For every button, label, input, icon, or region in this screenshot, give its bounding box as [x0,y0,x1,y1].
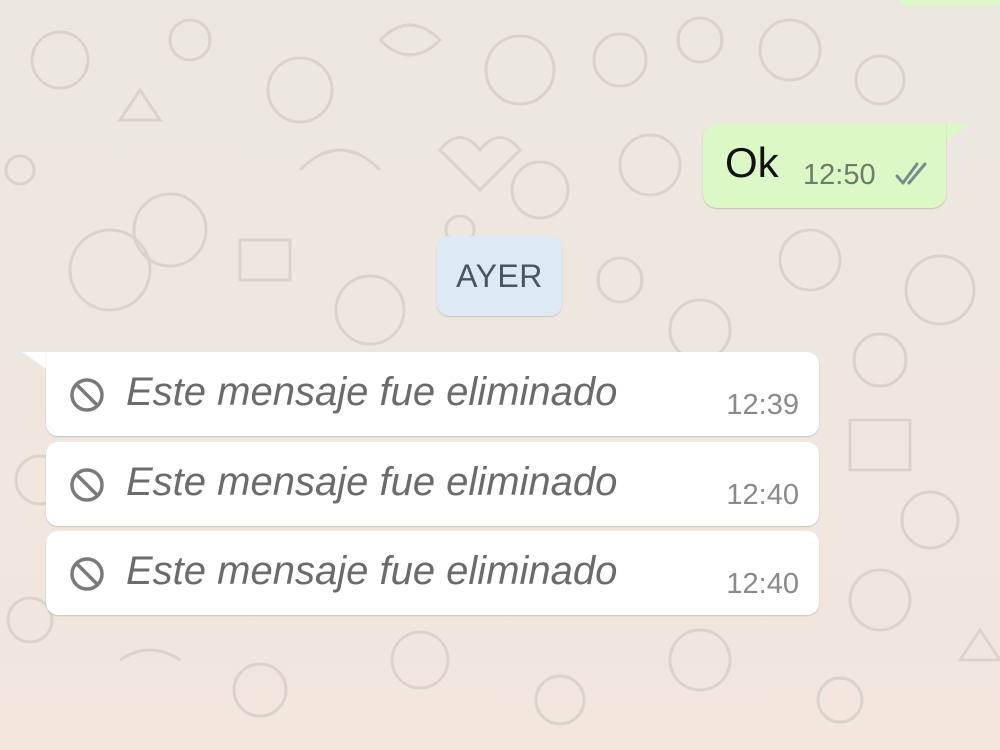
ban-icon [70,468,104,502]
deleted-message-text: Este mensaje fue eliminado [126,370,618,414]
deleted-message-bubble[interactable]: Este mensaje fue eliminado 12:40 [46,531,819,615]
message-text: Ok [725,139,779,186]
message-time: 12:40 [726,568,799,600]
date-divider: AYER [437,236,562,316]
ban-icon [70,378,104,412]
incoming-bubble-tail [22,352,48,370]
double-check-icon [895,162,927,185]
previous-outgoing-bubble-edge [900,0,1000,6]
message-time: 12:50 [803,159,876,191]
ban-icon [70,557,104,591]
deleted-message-bubble[interactable]: Este mensaje fue eliminado 12:39 [46,352,819,436]
outgoing-bubble-tail [944,124,970,142]
deleted-message-text: Este mensaje fue eliminado [126,460,618,504]
outgoing-message-bubble[interactable]: Ok 12:50 [703,124,946,208]
deleted-message-text: Este mensaje fue eliminado [126,549,618,593]
deleted-message-bubble[interactable]: Este mensaje fue eliminado 12:40 [46,442,819,526]
message-time: 12:40 [726,479,799,511]
date-divider-label: AYER [456,257,543,294]
message-time: 12:39 [726,389,799,421]
